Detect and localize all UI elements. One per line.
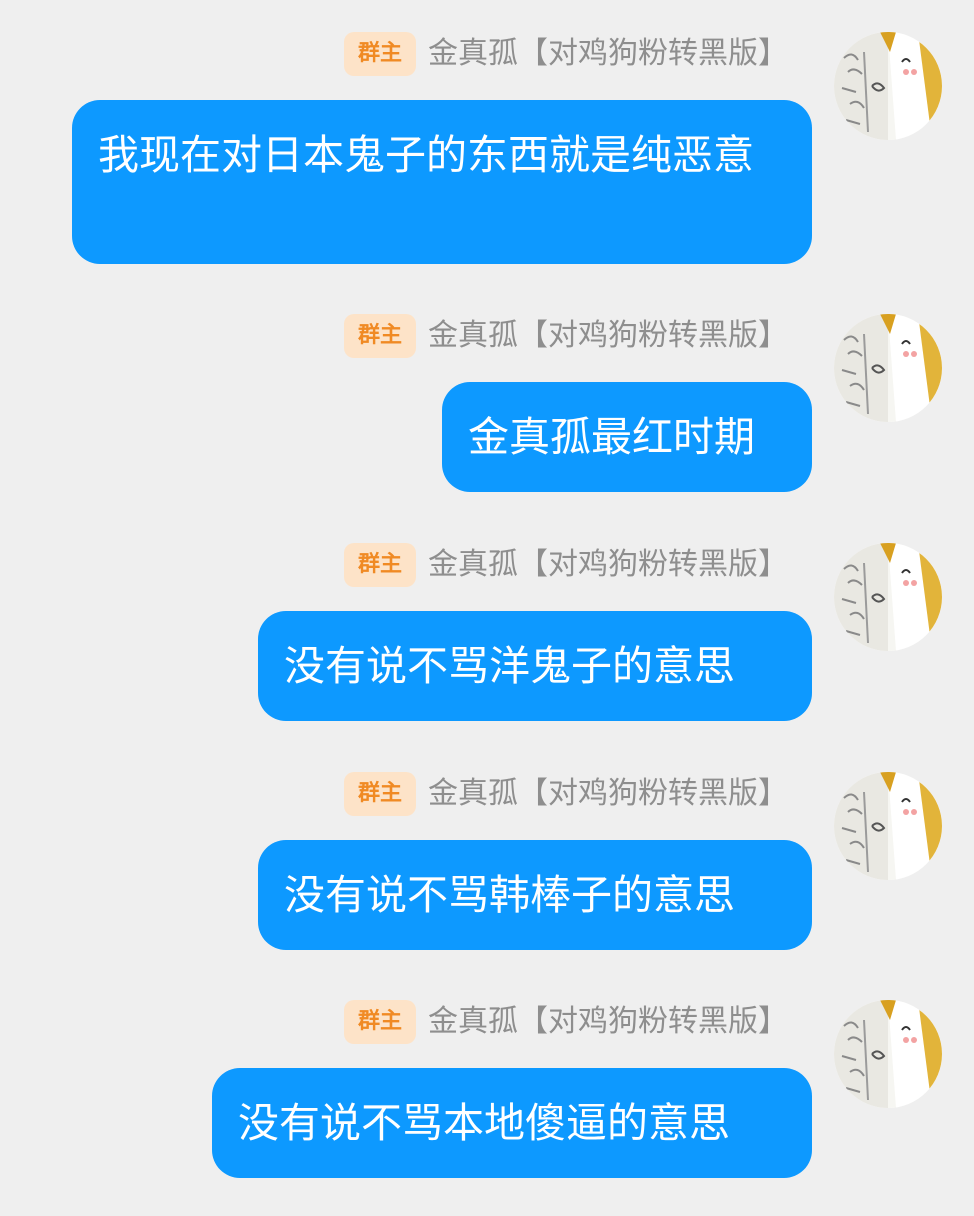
- sender-name[interactable]: 金真孤【对鸡狗粉转黑版】: [428, 314, 788, 358]
- message-bubble[interactable]: 金真孤最红时期: [442, 382, 812, 492]
- sender-name[interactable]: 金真孤【对鸡狗粉转黑版】: [428, 543, 788, 587]
- sender-name[interactable]: 金真孤【对鸡狗粉转黑版】: [428, 772, 788, 816]
- message-bubble[interactable]: 我现在对日本鬼子的东西就是纯恶意: [72, 100, 812, 264]
- chat-message: 群主 金真孤【对鸡狗粉转黑版】 没有说不骂韩棒子的意思: [0, 772, 974, 952]
- message-header: 群主 金真孤【对鸡狗粉转黑版】: [343, 543, 788, 587]
- cartoon-avatar-icon[interactable]: [834, 772, 942, 880]
- message-header: 群主 金真孤【对鸡狗粉转黑版】: [343, 772, 788, 816]
- message-bubble[interactable]: 没有说不骂洋鬼子的意思: [258, 611, 812, 721]
- cartoon-avatar-icon[interactable]: [834, 32, 942, 140]
- sender-name[interactable]: 金真孤【对鸡狗粉转黑版】: [428, 1000, 788, 1044]
- owner-badge: 群主: [343, 1000, 416, 1044]
- message-header: 群主 金真孤【对鸡狗粉转黑版】: [343, 314, 788, 358]
- sender-name[interactable]: 金真孤【对鸡狗粉转黑版】: [428, 32, 788, 76]
- owner-badge: 群主: [343, 32, 416, 76]
- message-bubble[interactable]: 没有说不骂本地傻逼的意思: [212, 1068, 812, 1178]
- chat-message: 群主 金真孤【对鸡狗粉转黑版】 没有说不骂洋鬼子的意思: [0, 543, 974, 723]
- cartoon-avatar-icon[interactable]: [834, 1000, 942, 1108]
- cartoon-avatar-icon[interactable]: [834, 543, 942, 651]
- owner-badge: 群主: [343, 543, 416, 587]
- chat-message: 群主 金真孤【对鸡狗粉转黑版】 没有说不骂本地傻逼的意思: [0, 1000, 974, 1180]
- message-header: 群主 金真孤【对鸡狗粉转黑版】: [343, 1000, 788, 1044]
- chat-message: 群主 金真孤【对鸡狗粉转黑版】 我现在对日本鬼子的东西就是纯恶意: [0, 32, 974, 264]
- owner-badge: 群主: [343, 314, 416, 358]
- cartoon-avatar-icon[interactable]: [834, 314, 942, 422]
- message-header: 群主 金真孤【对鸡狗粉转黑版】: [343, 32, 788, 76]
- message-bubble[interactable]: 没有说不骂韩棒子的意思: [258, 840, 812, 950]
- owner-badge: 群主: [343, 772, 416, 816]
- chat-message: 群主 金真孤【对鸡狗粉转黑版】 金真孤最红时期: [0, 314, 974, 494]
